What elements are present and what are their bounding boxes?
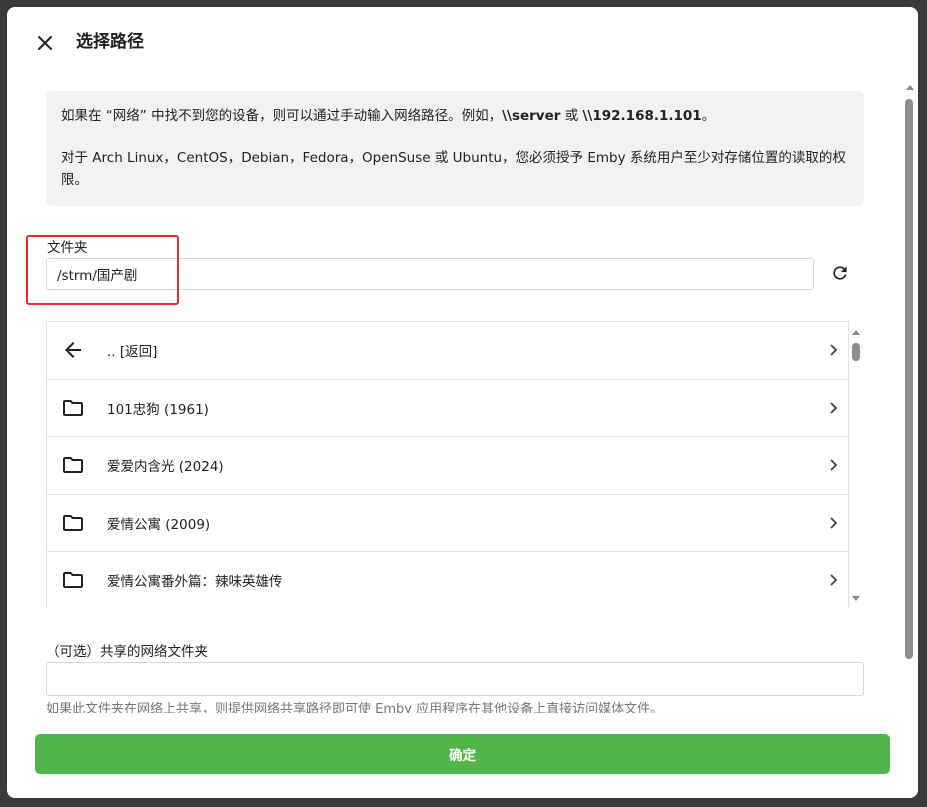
info-text: 如果在 “网络” 中找不到您的设备，则可以通过手动输入网络路径。例如， — [61, 108, 503, 124]
list-item-folder[interactable]: 爱情公寓番外篇：辣味英雄传 — [47, 552, 848, 608]
folder-icon — [63, 457, 83, 474]
chevron-right-icon — [830, 517, 838, 529]
refresh-icon — [833, 266, 847, 280]
shared-folder-help-text: 如果此文件夹在网络上共享，则提供网络共享路径即可使 Emby 应用程序在其他设备… — [46, 701, 864, 713]
example-path-server: \\server — [502, 108, 561, 124]
folder-label: 文件夹 — [47, 240, 88, 256]
shared-folder-input[interactable] — [46, 662, 864, 696]
folder-icon — [63, 514, 83, 531]
list-item-folder[interactable]: 爱情公寓 (2009) — [47, 494, 848, 552]
folder-path-input[interactable] — [46, 258, 814, 290]
info-text-permissions: 对于 Arch Linux，CentOS，Debian，Fedora，OpenS… — [61, 150, 846, 188]
list-item-label: 爱情公寓 (2009) — [107, 516, 211, 533]
list-item-label: .. [返回] — [107, 344, 158, 361]
list-scroll-down-arrow[interactable] — [852, 596, 860, 601]
list-item-label: 爱情公寓番外篇：辣味英雄传 — [107, 574, 283, 591]
info-box: 如果在 “网络” 中找不到您的设备，则可以通过手动输入网络路径。例如，\\ser… — [46, 91, 864, 206]
chevron-right-icon — [830, 574, 838, 586]
folder-icon — [63, 572, 83, 589]
select-path-dialog: 选择路径 如果在 “网络” 中找不到您的设备，则可以通过手动输入网络路径。例如，… — [7, 7, 918, 798]
list-scroll-up-arrow[interactable] — [852, 330, 860, 335]
info-text-or: 或 — [560, 108, 583, 124]
shared-folder-label: （可选）共享的网络文件夹 — [46, 644, 208, 660]
dialog-header: 选择路径 — [7, 7, 918, 79]
info-text-end: 。 — [701, 108, 716, 124]
chevron-right-icon — [830, 402, 838, 414]
dialog-title: 选择路径 — [76, 32, 144, 52]
shared-folder-help-label: 如果此文件夹在网络上共享，则提供网络共享路径即可使 Emby 应用程序在其他设备… — [46, 702, 664, 713]
list-item-label: 101忠狗 (1961) — [107, 401, 209, 418]
close-icon — [38, 36, 52, 50]
close-button[interactable] — [31, 29, 59, 57]
chevron-right-icon — [830, 344, 838, 356]
list-item-folder[interactable]: 101忠狗 (1961) — [47, 379, 848, 437]
list-item-label: 爱爱内含光 (2024) — [107, 459, 224, 476]
dialog-scrollbar[interactable] — [903, 85, 917, 665]
scroll-thumb[interactable] — [905, 99, 913, 659]
list-item-back[interactable]: .. [返回] — [47, 322, 848, 380]
folder-icon — [63, 399, 83, 416]
list-item-folder[interactable]: 爱爱内含光 (2024) — [47, 437, 848, 495]
example-path-ip: \\192.168.1.101 — [582, 108, 702, 124]
arrow-left-icon — [65, 342, 81, 359]
list-scrollbar[interactable] — [850, 327, 862, 603]
confirm-button[interactable]: 确定 — [35, 734, 890, 774]
scroll-up-arrow[interactable] — [906, 85, 914, 90]
chevron-right-icon — [830, 459, 838, 471]
refresh-button[interactable] — [826, 259, 854, 287]
list-scroll-thumb[interactable] — [852, 343, 860, 361]
info-text-example: 如果在 “网络” 中找不到您的设备，则可以通过手动输入网络路径。例如，\\ser… — [61, 105, 849, 127]
folder-list: .. [返回] 101忠狗 (1961) 爱爱内含光 (2024) 爱情公寓 (… — [46, 321, 849, 608]
